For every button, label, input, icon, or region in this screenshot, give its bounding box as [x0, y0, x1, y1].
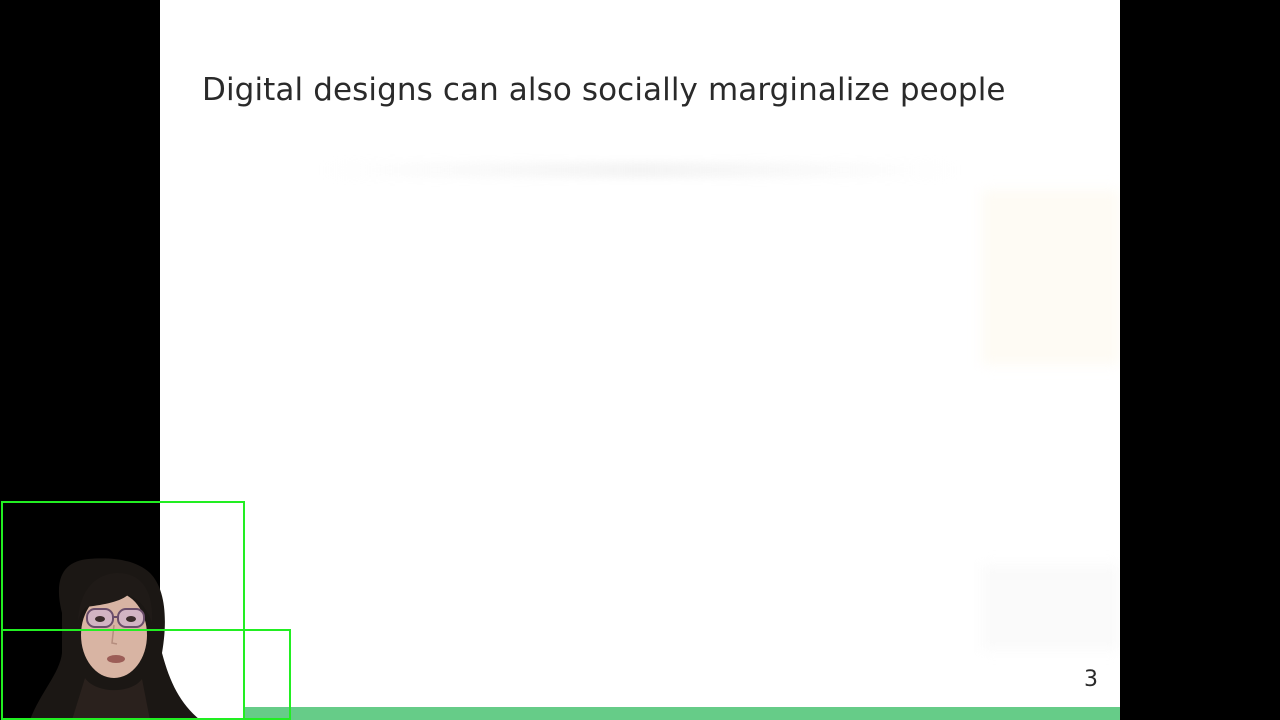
- slide-accent-bar: [160, 707, 1120, 720]
- faded-content-line: [320, 162, 960, 178]
- faded-content-panel: [982, 190, 1120, 365]
- presenter-webcam: [0, 503, 244, 720]
- slide-page-number: 3: [1084, 667, 1098, 692]
- slide-title: Digital designs can also socially margin…: [202, 72, 1006, 108]
- presenter-video-feed-icon: [30, 558, 200, 720]
- video-frame: Digital designs can also socially margin…: [0, 0, 1280, 720]
- faded-content-panel-lower: [982, 565, 1120, 650]
- presentation-slide: Digital designs can also socially margin…: [160, 0, 1120, 720]
